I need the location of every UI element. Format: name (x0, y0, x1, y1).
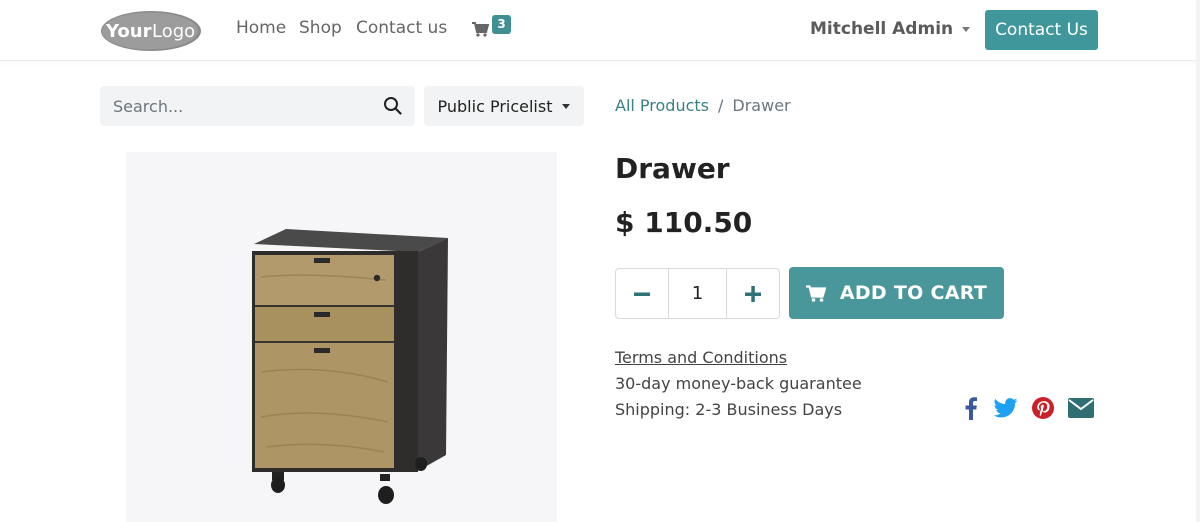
caret-down-icon (962, 26, 971, 32)
breadcrumb-current: Drawer (732, 96, 791, 115)
search-input[interactable] (100, 86, 370, 126)
logo-text-your: Your (105, 21, 152, 42)
envelope-icon (1068, 398, 1094, 418)
logo[interactable]: Your Logo (100, 10, 202, 52)
add-to-cart-button[interactable]: ADD TO CART (789, 267, 1004, 319)
quantity-input[interactable] (669, 269, 726, 318)
drawer-cabinet-illustration (252, 229, 448, 504)
nav-shop[interactable]: Shop (299, 18, 342, 38)
scrollbar[interactable] (1196, 0, 1200, 522)
shopping-cart-icon (472, 22, 489, 37)
minus-icon (634, 292, 650, 296)
contact-us-button[interactable]: Contact Us (985, 10, 1098, 50)
pricelist-dropdown[interactable]: Public Pricelist (424, 86, 584, 126)
breadcrumb-separator: / (718, 96, 724, 115)
product-title: Drawer (615, 152, 730, 185)
cart-link[interactable]: 3 (472, 15, 512, 41)
caret-down-icon (562, 103, 571, 109)
shipping-text: Shipping: 2-3 Business Days (615, 400, 843, 419)
twitter-icon (994, 398, 1018, 418)
increase-quantity-button[interactable] (726, 269, 779, 318)
user-name: Mitchell Admin (810, 19, 954, 39)
pinterest-icon (1032, 397, 1054, 419)
breadcrumb: All Products / Drawer (615, 96, 791, 115)
shopping-cart-icon (805, 284, 826, 302)
decrease-quantity-button[interactable] (616, 269, 669, 318)
share-facebook[interactable] (960, 396, 982, 420)
facebook-icon (965, 396, 977, 420)
pricelist-label: Public Pricelist (437, 96, 553, 116)
share-twitter[interactable] (993, 396, 1019, 420)
quantity-stepper (615, 268, 780, 319)
product-price: $ 110.50 (615, 206, 753, 239)
plus-icon (745, 285, 761, 302)
cart-count-badge: 3 (492, 15, 511, 34)
guarantee-text: 30-day money-back guarantee (615, 374, 862, 393)
add-to-cart-label: ADD TO CART (839, 282, 988, 304)
product-search (100, 86, 415, 126)
search-icon[interactable] (383, 96, 402, 115)
share-email[interactable] (1067, 396, 1095, 420)
terms-and-conditions-link[interactable]: Terms and Conditions (615, 348, 787, 367)
share-pinterest[interactable] (1031, 396, 1055, 420)
nav-home[interactable]: Home (236, 18, 286, 38)
breadcrumb-all-products[interactable]: All Products (615, 96, 709, 115)
product-image[interactable] (126, 152, 557, 522)
top-header: Your Logo Home Shop Contact us 3 Mitchel… (0, 0, 1200, 61)
nav-contact-us[interactable]: Contact us (356, 18, 447, 38)
user-menu[interactable]: Mitchell Admin (810, 19, 971, 39)
logo-text-logo: Logo (152, 21, 195, 42)
